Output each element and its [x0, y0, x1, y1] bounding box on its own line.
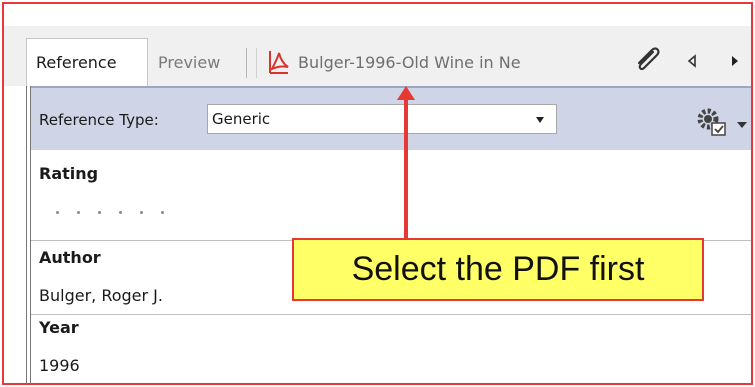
- pdf-icon: [269, 51, 289, 74]
- rating-star-4[interactable]: [119, 211, 122, 214]
- panel-edge: [26, 86, 27, 383]
- year-value[interactable]: 1996: [39, 356, 80, 375]
- tab-divider: [246, 48, 247, 78]
- tab-divider: [256, 48, 257, 78]
- dropdown-arrow-icon: [536, 117, 544, 123]
- tab-reference[interactable]: Reference: [26, 38, 148, 86]
- tab-pdf[interactable]: Bulger-1996-Old Wine in Ne: [266, 38, 521, 86]
- rating-star-5[interactable]: [140, 211, 143, 214]
- annotation-arrow: [397, 86, 415, 241]
- gear-menu-caret-icon[interactable]: [737, 122, 747, 128]
- tab-pdf-label: Bulger-1996-Old Wine in Ne: [298, 52, 521, 72]
- chevron-right-icon[interactable]: [728, 54, 742, 68]
- rating-star-3[interactable]: [98, 211, 101, 214]
- reference-type-value: Generic: [212, 110, 271, 128]
- tab-preview-label: Preview: [158, 52, 221, 72]
- paperclip-icon[interactable]: [631, 44, 665, 78]
- reference-type-select[interactable]: Generic: [207, 104, 557, 134]
- year-label: Year: [39, 318, 79, 337]
- annotation-callout: Select the PDF first: [292, 238, 704, 301]
- tab-preview[interactable]: Preview: [158, 38, 220, 86]
- rating-stars[interactable]: [56, 211, 164, 214]
- rating-star-1[interactable]: [56, 211, 59, 214]
- field-divider: [31, 314, 751, 315]
- annotation-text: Select the PDF first: [351, 250, 645, 288]
- gear-settings-icon[interactable]: [695, 106, 727, 138]
- tab-reference-label: Reference: [36, 53, 117, 72]
- rating-label: Rating: [39, 164, 99, 183]
- tab-bar: Reference Preview Bulger-1996-Old Wine i…: [4, 26, 751, 86]
- rating-star-2[interactable]: [77, 211, 80, 214]
- window-frame: Reference Preview Bulger-1996-Old Wine i…: [2, 2, 753, 385]
- author-label: Author: [39, 248, 101, 267]
- rating-star-6[interactable]: [161, 211, 164, 214]
- reference-type-label: Reference Type:: [39, 111, 159, 129]
- chevron-left-icon[interactable]: [685, 54, 699, 68]
- author-value[interactable]: Bulger, Roger J.: [39, 286, 163, 305]
- reference-type-bar: Reference Type: Generic: [31, 86, 751, 150]
